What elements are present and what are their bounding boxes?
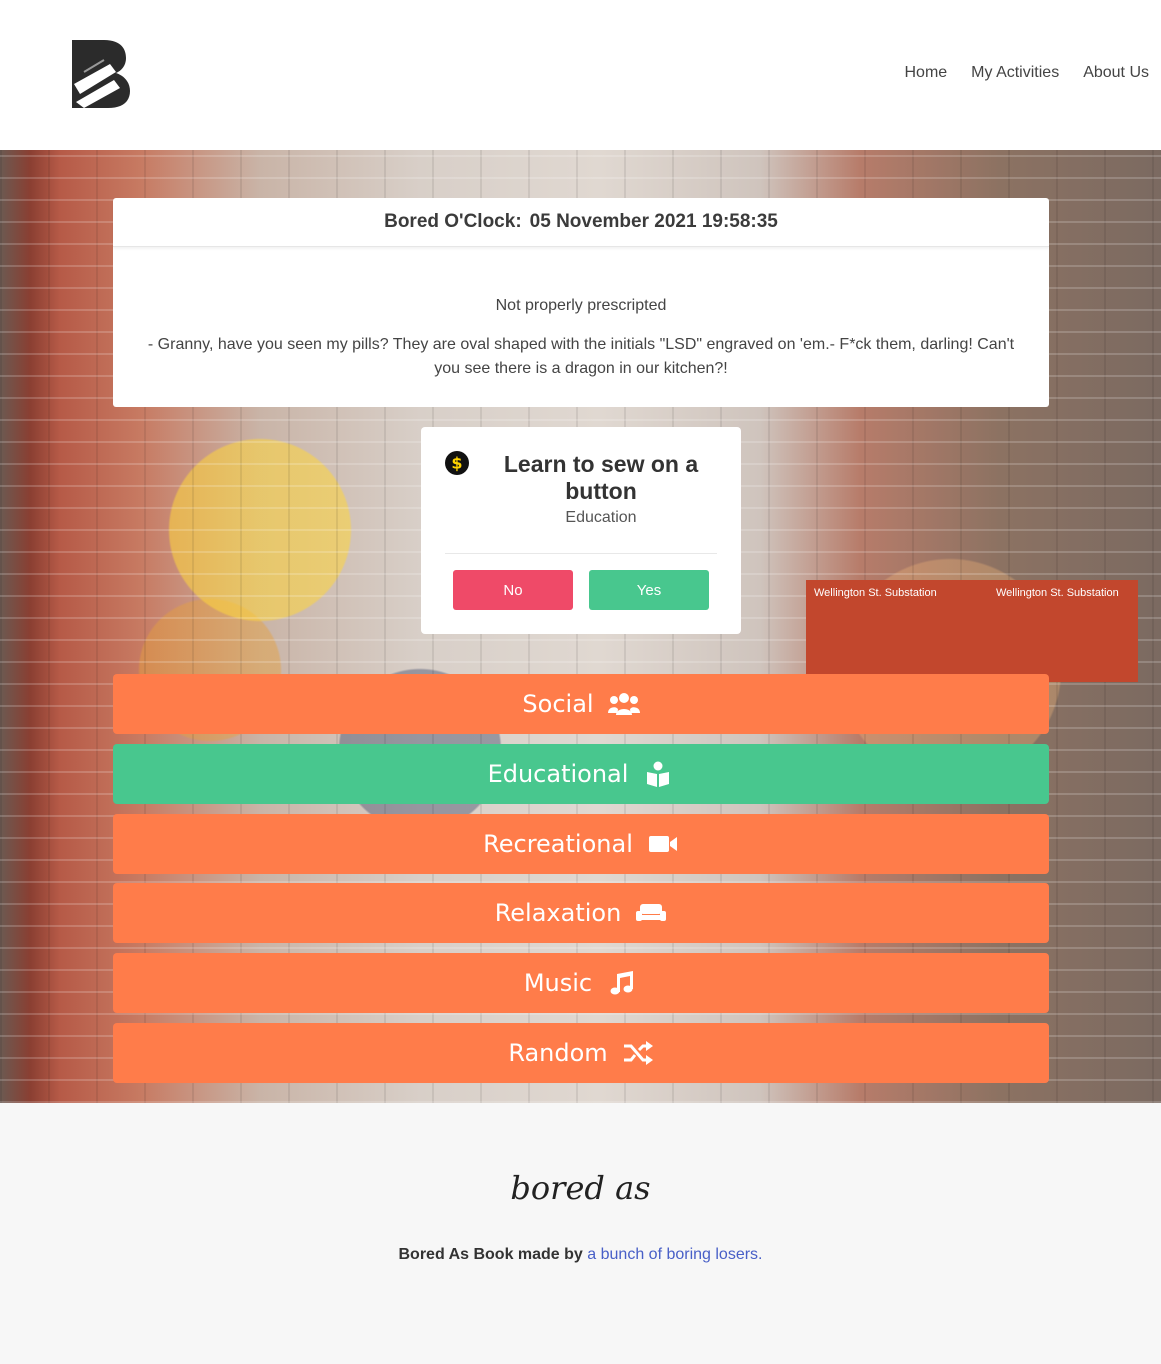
- site-header: Home My Activities About Us: [0, 0, 1161, 150]
- site-footer: bored as Bored As Book made by a bunch o…: [0, 1103, 1161, 1364]
- yes-button[interactable]: Yes: [589, 570, 709, 610]
- category-relaxation-button[interactable]: Relaxation: [113, 883, 1049, 943]
- category-label: Social: [522, 690, 594, 718]
- category-label: Recreational: [483, 830, 633, 858]
- activity-card: $ Learn to sew on a button Education No …: [421, 427, 741, 634]
- category-music-button[interactable]: Music: [113, 953, 1049, 1013]
- no-button[interactable]: No: [453, 570, 573, 610]
- category-label: Relaxation: [494, 899, 622, 927]
- category-recreational-button[interactable]: Recreational: [113, 814, 1049, 874]
- mural-sign-right: Wellington St. Substation: [988, 580, 1138, 682]
- clock-header: Bored O'Clock: 05 November 2021 19:58:35: [113, 198, 1049, 247]
- nav-about-us[interactable]: About Us: [1083, 64, 1149, 82]
- credit-prefix: Bored As Book made by: [398, 1246, 583, 1263]
- mural-sign-left: Wellington St. Substation: [806, 580, 992, 682]
- couch-icon: [636, 904, 667, 921]
- users-icon: [607, 693, 640, 715]
- joke-title: Not properly prescripted: [495, 297, 667, 314]
- clock-card: Bored O'Clock: 05 November 2021 19:58:35…: [113, 198, 1049, 407]
- music-icon: [610, 971, 634, 995]
- clock-label: Bored O'Clock:: [384, 211, 522, 232]
- category-label: Educational: [487, 760, 629, 788]
- credit-link[interactable]: a bunch of boring losers.: [587, 1246, 762, 1263]
- clock-datetime: 05 November 2021 19:58:35: [529, 211, 778, 232]
- card-divider: [445, 553, 717, 554]
- footer-logo: bored as: [510, 1169, 651, 1207]
- category-random-button[interactable]: Random: [113, 1023, 1049, 1083]
- activity-type: Education: [565, 509, 637, 526]
- category-educational-button[interactable]: Educational: [113, 744, 1049, 804]
- bored-as-logo[interactable]: [70, 38, 132, 110]
- video-camera-icon: [648, 836, 677, 852]
- book-reader-icon: [647, 761, 670, 787]
- activity-title: Learn to sew on a button: [503, 451, 699, 504]
- nav-my-activities[interactable]: My Activities: [971, 64, 1059, 82]
- main-nav: Home My Activities About Us: [904, 64, 1149, 82]
- category-social-button[interactable]: Social: [113, 674, 1049, 734]
- category-label: Music: [523, 969, 593, 997]
- joke-body: - Granny, have you seen my pills? They a…: [147, 336, 1015, 377]
- svg-text:$: $: [451, 454, 462, 473]
- footer-credit: Bored As Book made by a bunch of boring …: [0, 1246, 1161, 1264]
- dollar-icon: $: [445, 451, 469, 475]
- shuffle-icon: [623, 1041, 653, 1065]
- nav-home[interactable]: Home: [904, 64, 947, 82]
- category-label: Random: [508, 1039, 608, 1067]
